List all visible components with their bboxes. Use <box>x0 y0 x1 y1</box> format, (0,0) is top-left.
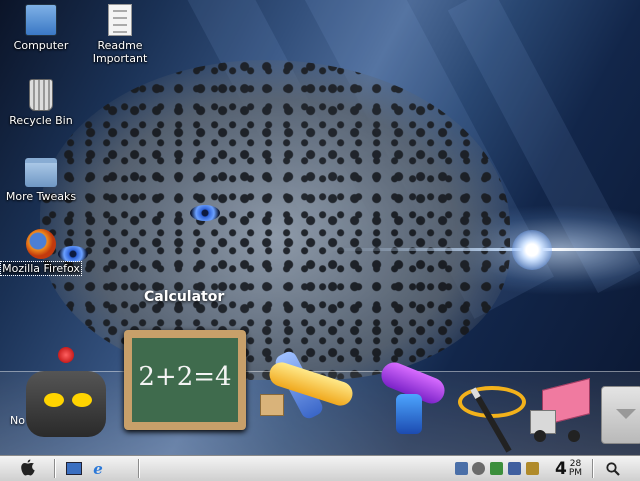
dock-hover-label: Calculator <box>144 289 225 305</box>
robot-antenna <box>58 347 74 363</box>
internet-explorer-icon: e <box>93 459 103 478</box>
robot-eye <box>72 393 92 407</box>
glowing-apple-logo <box>512 230 552 270</box>
clock-hour: 4 <box>555 459 567 479</box>
glow-line <box>330 248 640 251</box>
desktop-icon-label: Readme Important <box>92 39 148 65</box>
taskbar-clock[interactable]: 4 28 PM <box>555 458 582 480</box>
document-icon <box>108 4 132 36</box>
taskbar-separator <box>138 459 139 478</box>
taskbar-separator <box>592 459 593 478</box>
dock-item-stack[interactable] <box>601 386 640 444</box>
dock-item-delivery-truck[interactable] <box>528 378 590 442</box>
clock-tray-icon[interactable] <box>472 462 485 475</box>
stack-icon <box>616 409 636 419</box>
search-button[interactable] <box>598 459 628 478</box>
dock-item-robot[interactable] <box>22 345 110 441</box>
desktop-icon-label: More Tweaks <box>5 190 77 203</box>
dock-item-calculator[interactable]: 2+2=4 <box>124 330 246 430</box>
truck-wheel <box>568 430 580 442</box>
chalkboard-calculator-icon: 2+2=4 <box>132 338 238 422</box>
quick-launch-show-desktop[interactable] <box>64 459 84 478</box>
dock-item-ray-gun[interactable] <box>376 358 452 438</box>
network-icon[interactable] <box>455 462 468 475</box>
desktop-icon-computer[interactable]: Computer <box>1 4 81 52</box>
update-icon[interactable] <box>490 462 503 475</box>
truck-wheel <box>534 430 546 442</box>
show-desktop-icon <box>66 462 82 475</box>
clock-ampm: PM <box>568 468 583 478</box>
desktop-icon-firefox[interactable]: Mozilla Firefox <box>0 229 82 276</box>
robot-eye <box>44 393 64 407</box>
start-button[interactable]:  <box>14 459 42 478</box>
package-icon <box>260 394 284 416</box>
trash-icon <box>29 79 53 111</box>
leopard-eye <box>190 205 220 221</box>
wand-ring <box>458 386 526 418</box>
desktop-icon-label: Computer <box>13 39 69 52</box>
desktop-icon-recycle-bin[interactable]: Recycle Bin <box>1 79 81 127</box>
desktop-icon-label: Recycle Bin <box>9 114 73 127</box>
quick-launch-internet-explorer[interactable]: e <box>88 459 108 478</box>
desktop-icon-label: Mozilla Firefox <box>0 261 82 276</box>
folder-icon <box>25 158 57 187</box>
ray-gun-grip <box>396 394 422 434</box>
computer-icon <box>25 4 57 36</box>
apple-icon-shape <box>21 459 35 476</box>
tools-icon[interactable] <box>526 462 539 475</box>
dock-item-airplane[interactable] <box>258 336 356 428</box>
taskbar:  e 4 28 PM <box>0 455 640 481</box>
display-icon[interactable] <box>508 462 521 475</box>
magnifier-icon <box>606 461 620 476</box>
dock-item-magic-wand[interactable] <box>456 378 526 453</box>
desktop-icon-readme[interactable]: Readme Important <box>80 4 160 65</box>
firefox-icon <box>26 229 56 259</box>
robot-icon <box>26 371 106 437</box>
taskbar-separator <box>54 459 55 478</box>
desktop-icon-more-tweaks[interactable]: More Tweaks <box>1 154 81 203</box>
chalkboard-text: 2+2=4 <box>138 362 232 392</box>
